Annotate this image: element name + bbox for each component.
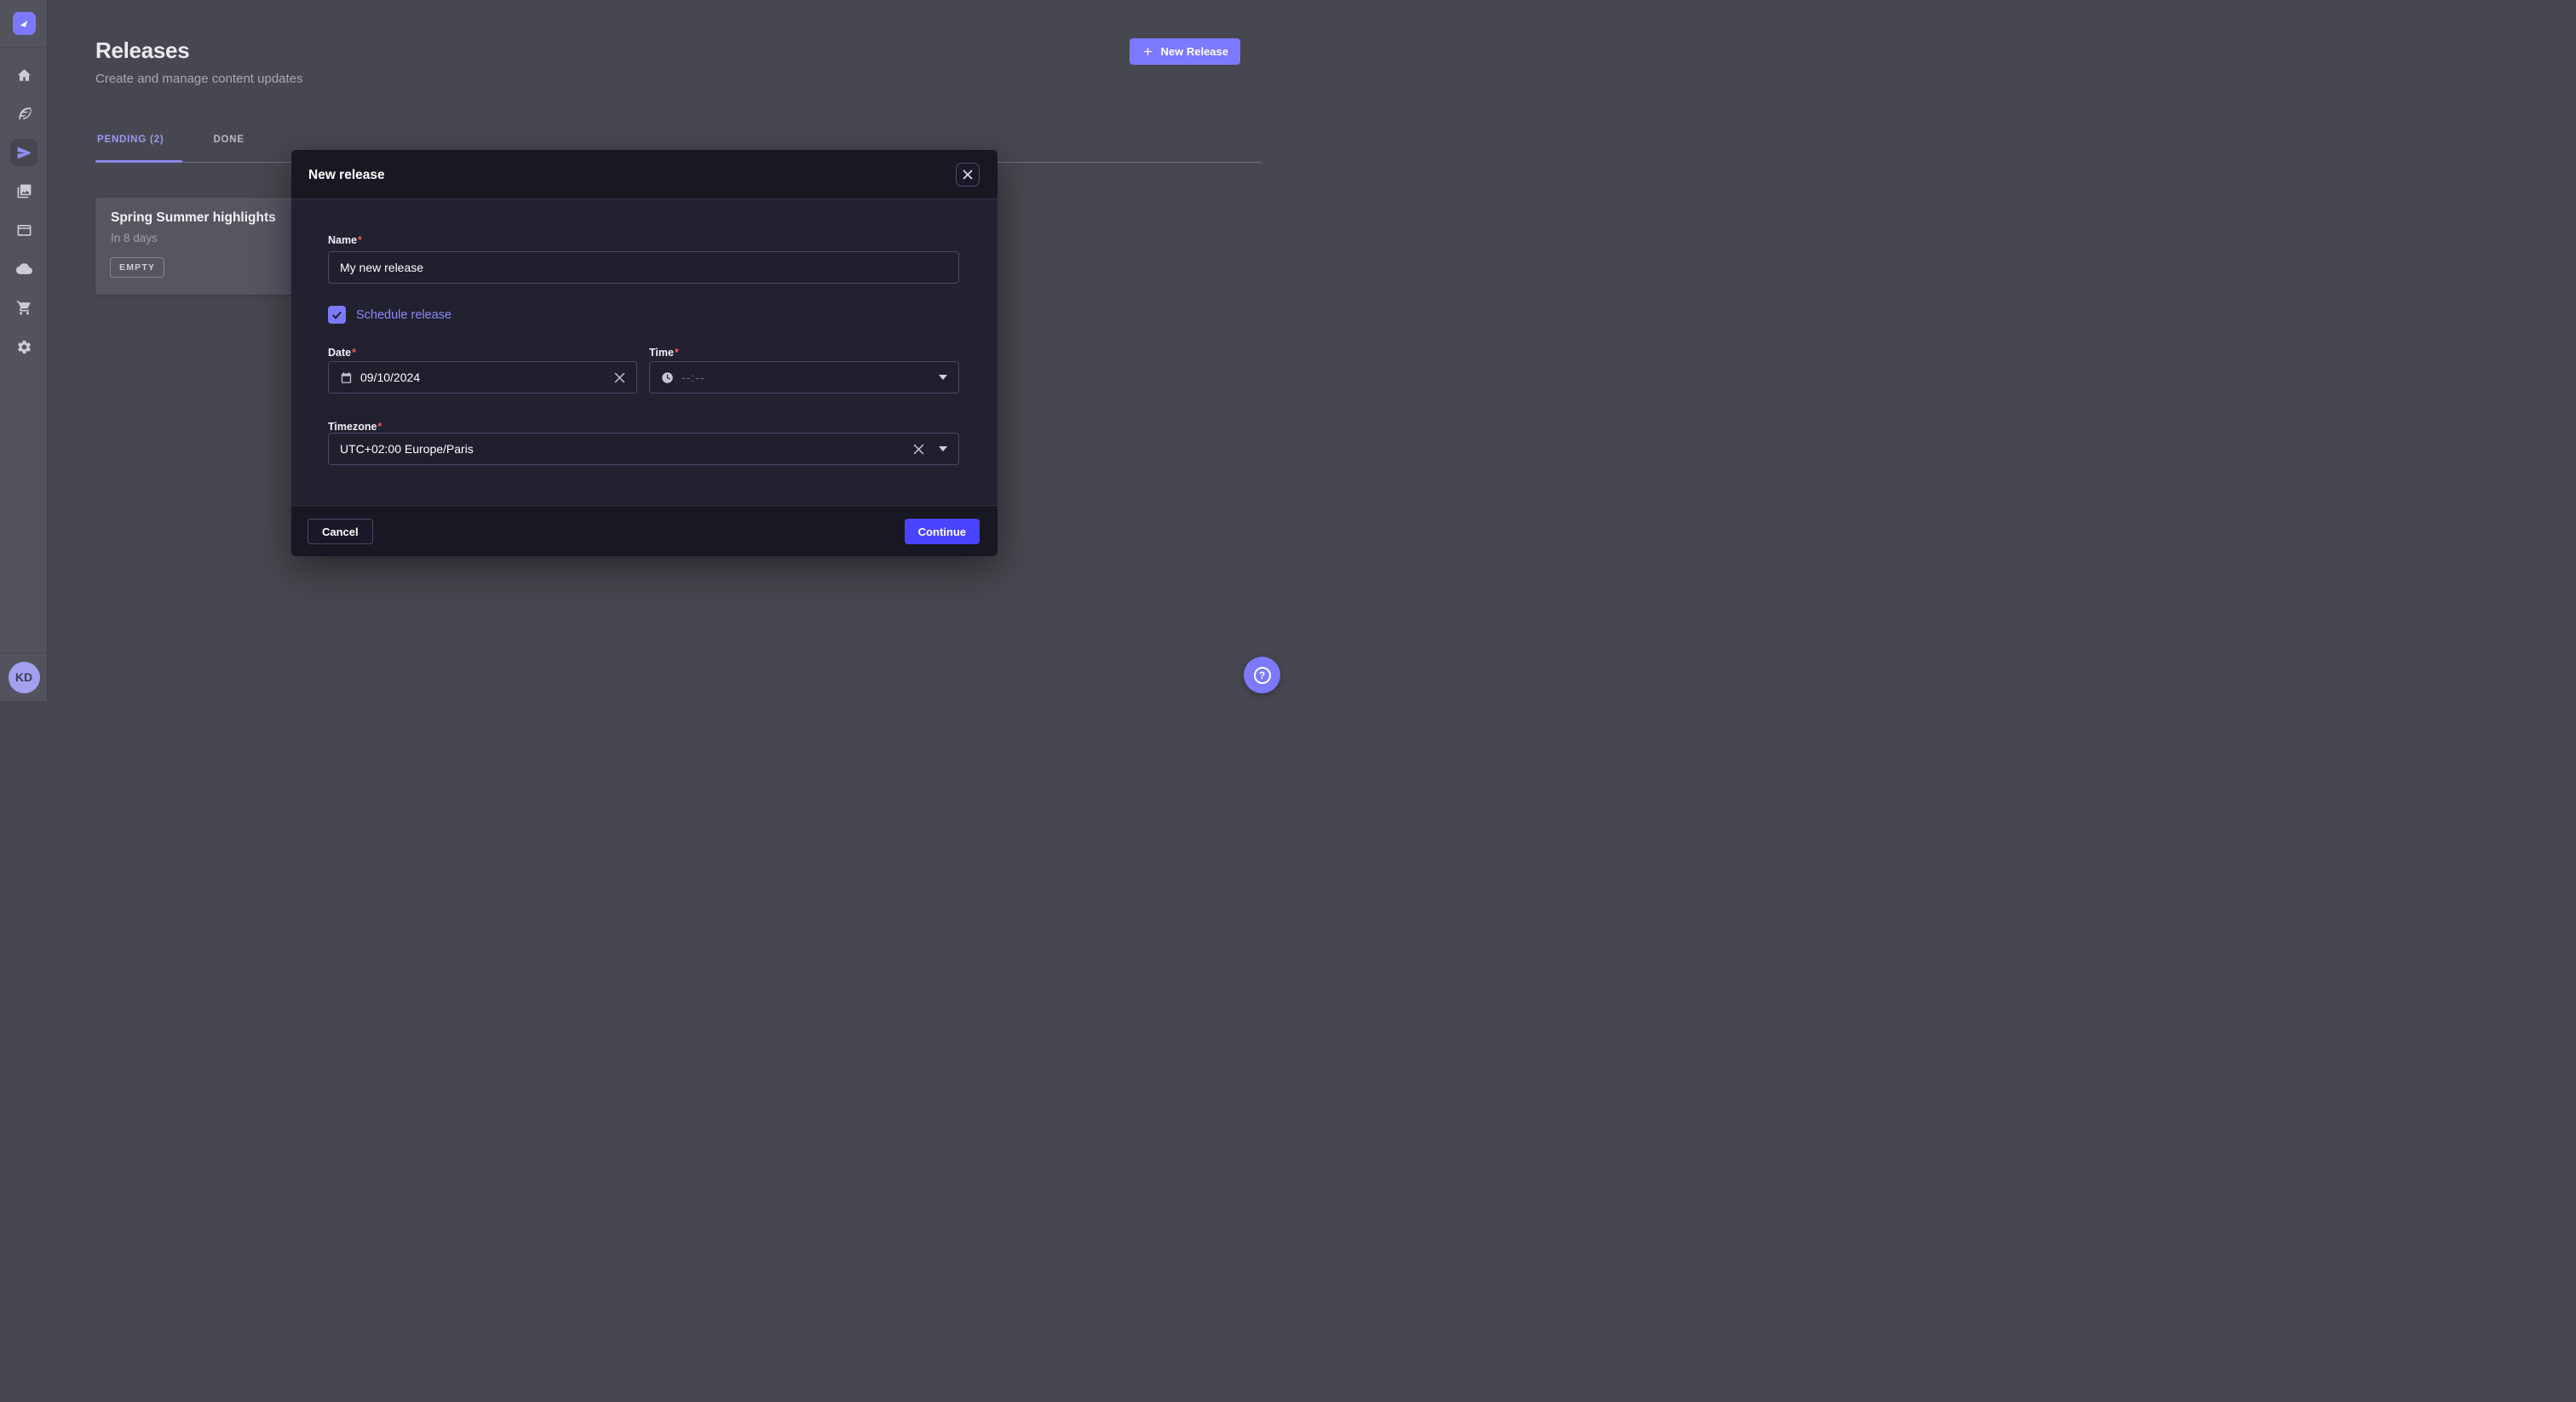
date-required-mark: *: [352, 347, 356, 359]
name-field-label: Name*: [328, 234, 362, 246]
release-card[interactable]: Spring Summer highlights In 8 days EMPTY: [95, 198, 317, 295]
cart-icon: [16, 300, 32, 316]
clock-icon: [661, 371, 674, 384]
modal-header: New release: [291, 150, 998, 199]
sidebar-item-content-manager[interactable]: [10, 100, 37, 127]
strapi-logo: [13, 12, 36, 35]
timezone-required-mark: *: [377, 421, 382, 433]
clear-timezone-icon[interactable]: [913, 444, 924, 455]
timezone-field-label: Timezone*: [328, 421, 382, 433]
new-release-modal: New release Name* Schedule release: [291, 150, 998, 556]
timezone-caret-down-icon[interactable]: [939, 446, 947, 451]
calendar-icon: [340, 371, 353, 384]
active-tab-underline: [95, 160, 182, 163]
new-release-button[interactable]: New Release: [1130, 38, 1241, 65]
sidebar-item-home[interactable]: [10, 61, 37, 89]
modal-footer: Cancel Continue: [291, 505, 998, 556]
release-card-title: Spring Summer highlights: [111, 210, 276, 226]
date-value: 09/10/2024: [360, 371, 420, 384]
time-picker-input[interactable]: --:--: [649, 361, 959, 394]
page-title: Releases: [95, 37, 189, 64]
time-placeholder: --:--: [681, 371, 705, 384]
name-required-mark: *: [358, 234, 362, 246]
feather-icon: [16, 106, 32, 122]
time-caret-down-icon[interactable]: [939, 375, 947, 380]
page-subtitle: Create and manage content updates: [95, 72, 303, 86]
time-field-label: Time*: [649, 347, 679, 359]
main-navigation-sidebar: KD: [0, 0, 48, 701]
name-label-text: Name: [328, 234, 357, 246]
continue-button[interactable]: Continue: [905, 519, 980, 544]
app-page: KD Releases Create and manage content up…: [0, 0, 1288, 701]
sidebar-item-content-type-builder[interactable]: [10, 216, 37, 244]
time-required-mark: *: [675, 347, 679, 359]
modal-close-button[interactable]: [956, 163, 980, 187]
strapi-logo-mark: [16, 16, 32, 32]
cloud-icon: [16, 261, 32, 277]
sidebar-item-media-library[interactable]: [10, 177, 37, 204]
release-card-due: In 8 days: [111, 232, 158, 244]
date-field-label: Date*: [328, 347, 356, 359]
date-label-text: Date: [328, 347, 351, 359]
sidebar-item-settings[interactable]: [10, 333, 37, 360]
sidebar-footer: KD: [0, 652, 48, 701]
paper-plane-icon: [16, 145, 32, 161]
date-picker-input[interactable]: 09/10/2024: [328, 361, 637, 394]
name-input-wrapper: [328, 251, 959, 284]
layout-icon: [16, 222, 32, 238]
name-input[interactable]: [340, 261, 947, 274]
sidebar-item-marketplace[interactable]: [10, 294, 37, 321]
timezone-select-input[interactable]: UTC+02:00 Europe/Paris: [328, 433, 959, 465]
cancel-button[interactable]: Cancel: [308, 519, 373, 544]
help-button[interactable]: ?: [1244, 657, 1280, 693]
user-avatar[interactable]: KD: [9, 662, 40, 693]
question-icon: ?: [1254, 667, 1271, 684]
schedule-release-label[interactable]: Schedule release: [356, 308, 451, 322]
schedule-release-checkbox-row[interactable]: Schedule release: [328, 306, 451, 324]
time-label-text: Time: [649, 347, 674, 359]
checkmark-icon: [331, 309, 342, 320]
tab-done[interactable]: DONE: [211, 135, 245, 145]
new-release-button-label: New Release: [1161, 45, 1229, 58]
timezone-value: UTC+02:00 Europe/Paris: [340, 442, 474, 456]
release-card-status-badge: EMPTY: [110, 257, 164, 278]
sidebar-item-cloud[interactable]: [10, 255, 37, 282]
schedule-release-checkbox[interactable]: [328, 306, 346, 324]
plus-icon: [1141, 45, 1154, 58]
workspace-logo-area[interactable]: [0, 0, 48, 48]
timezone-label-text: Timezone: [328, 421, 377, 433]
modal-title: New release: [308, 168, 385, 183]
close-icon: [963, 170, 973, 180]
tab-pending[interactable]: PENDING (2): [95, 135, 165, 145]
clear-date-icon[interactable]: [614, 372, 625, 383]
sidebar-item-releases[interactable]: [10, 139, 37, 166]
home-icon: [16, 67, 32, 83]
releases-tabs: PENDING (2) DONE: [95, 135, 246, 145]
gear-icon: [16, 339, 32, 355]
images-icon: [16, 183, 32, 199]
